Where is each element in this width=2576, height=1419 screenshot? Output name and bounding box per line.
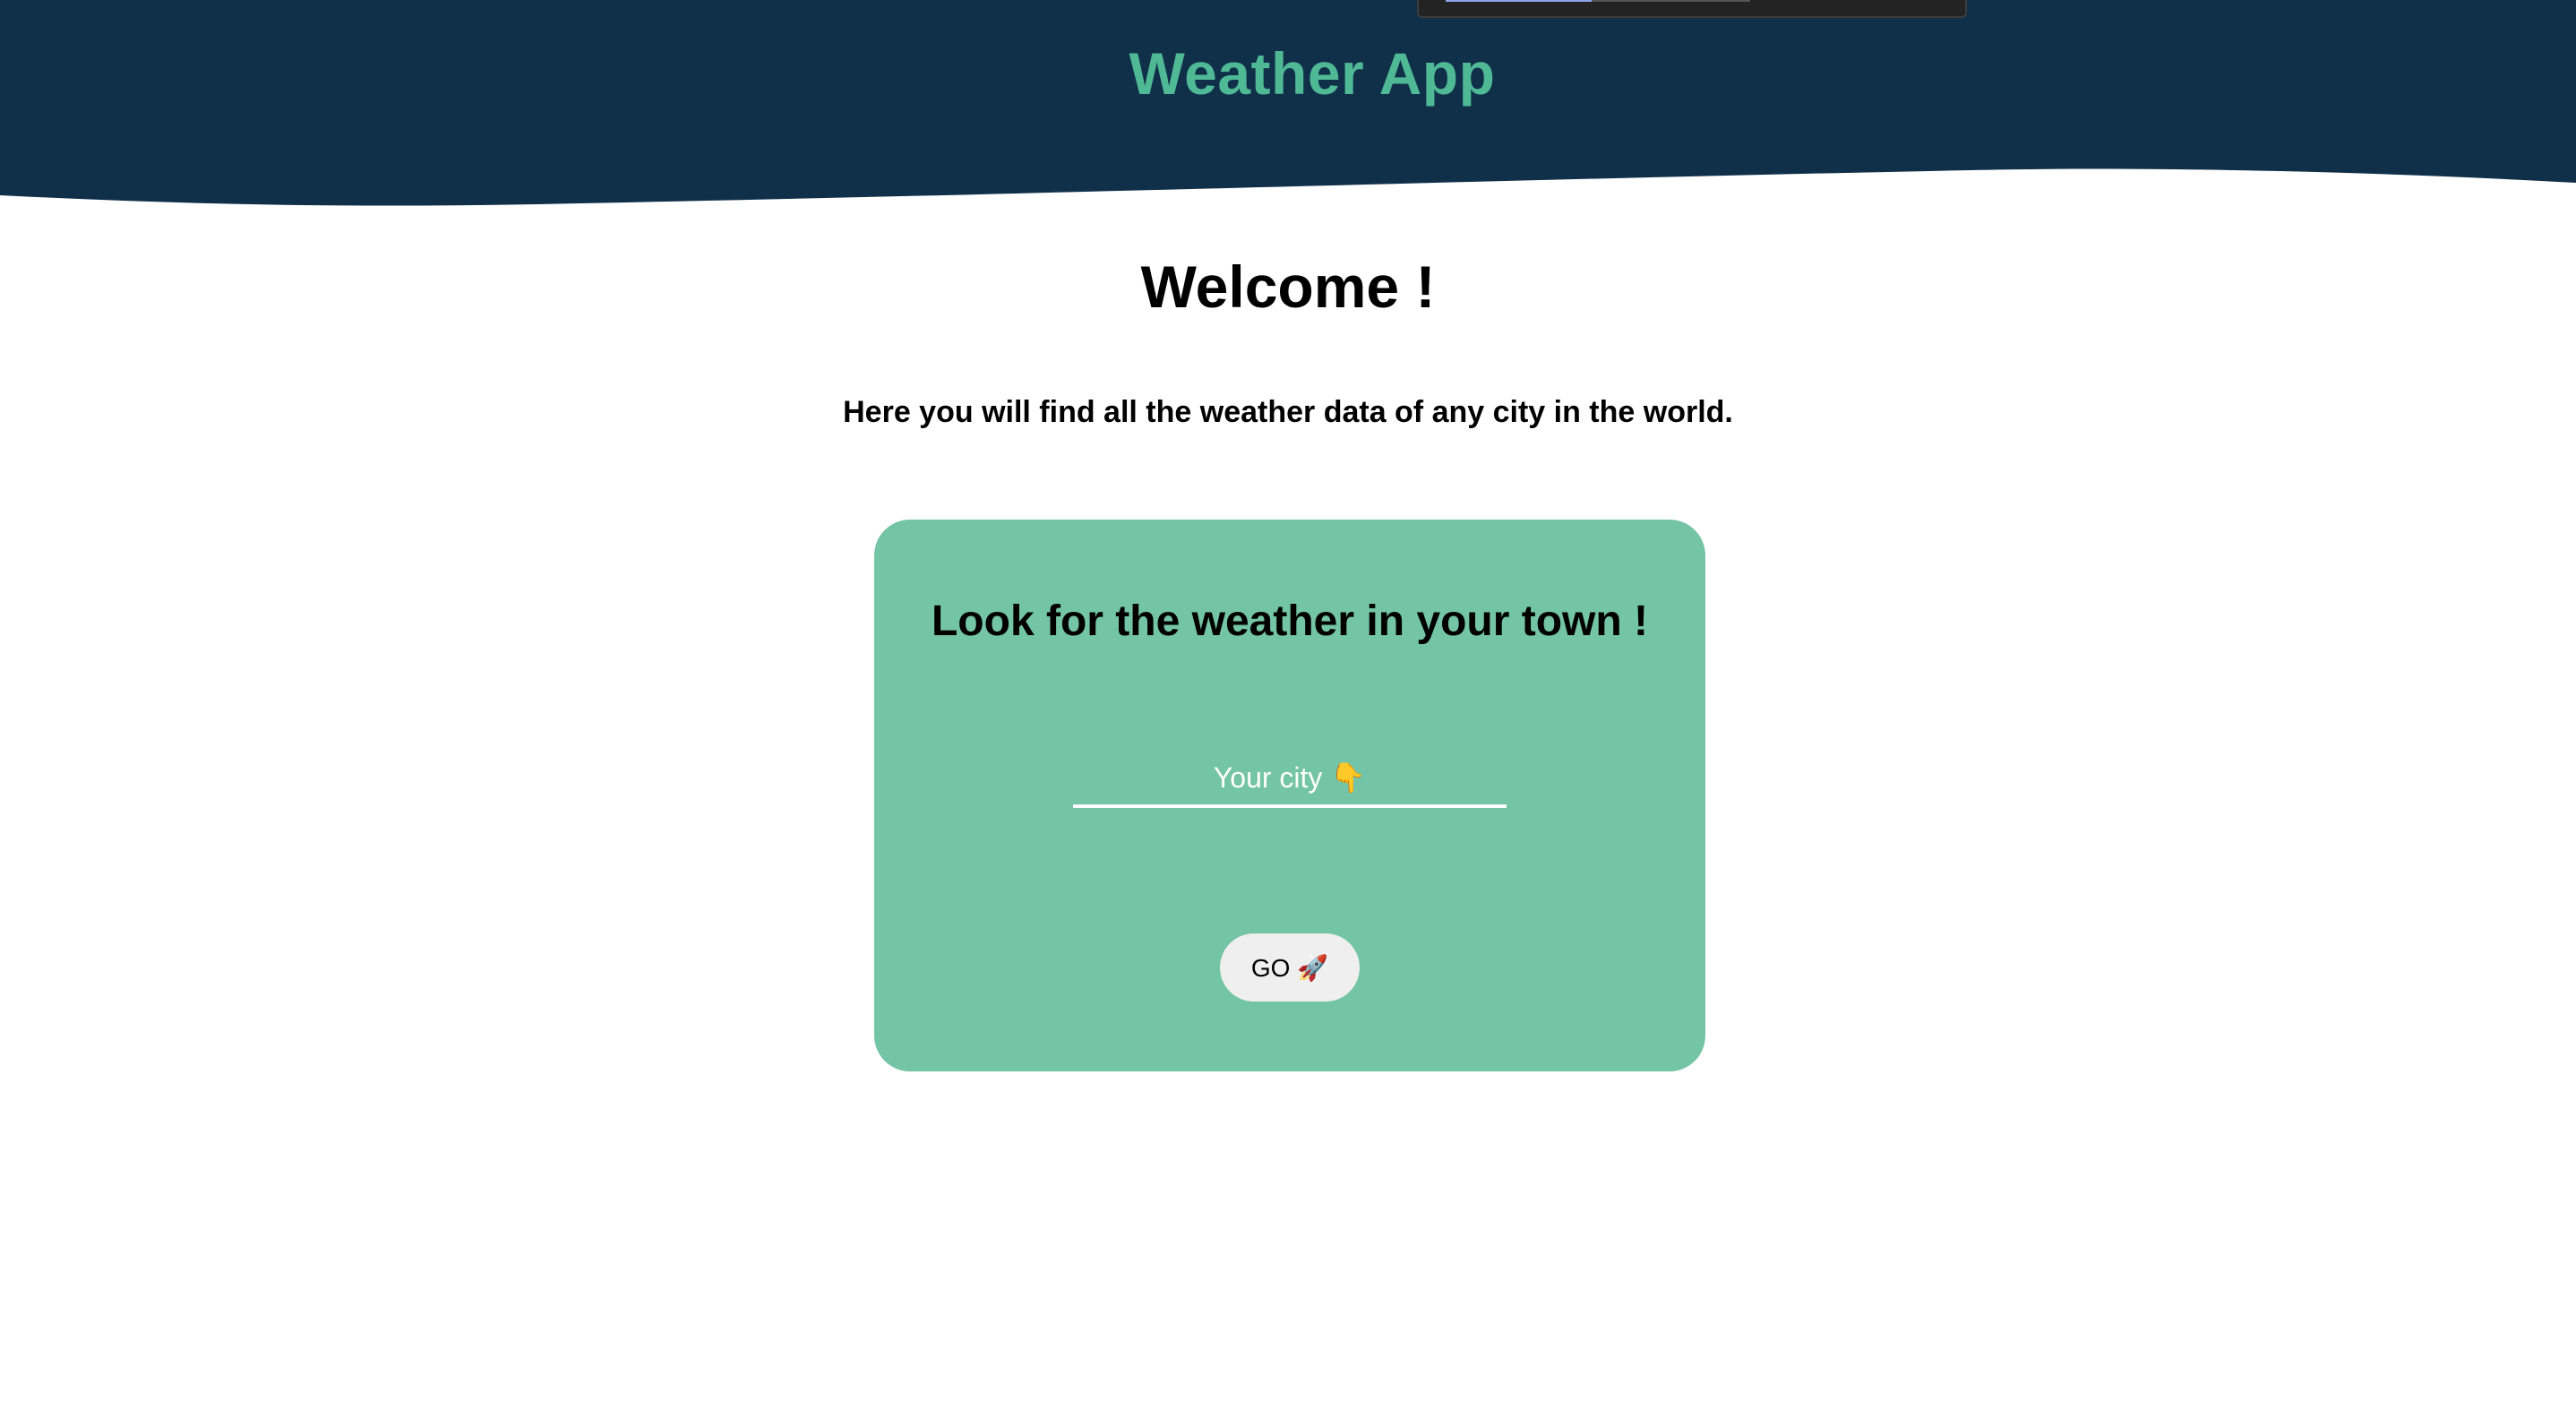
loading-progress-fill: [1446, 0, 1593, 2]
go-button[interactable]: GO 🚀: [1220, 933, 1360, 1002]
search-card: Look for the weather in your town ! GO 🚀: [874, 520, 1705, 1071]
app-title: Weather App: [1129, 40, 1496, 107]
weather-app-page: Weather App Welcome ! Here you will find…: [0, 0, 2576, 1419]
search-card-heading: Look for the weather in your town !: [931, 598, 1648, 645]
app-header: Weather App: [0, 0, 2576, 215]
loading-progress-track: [1446, 0, 1750, 2]
city-search-input[interactable]: [1073, 751, 1507, 808]
welcome-heading: Welcome !: [1140, 254, 1436, 320]
browser-dropdown-overlay: [1417, 0, 1967, 18]
intro-text: Here you will find all the weather data …: [843, 395, 1733, 429]
